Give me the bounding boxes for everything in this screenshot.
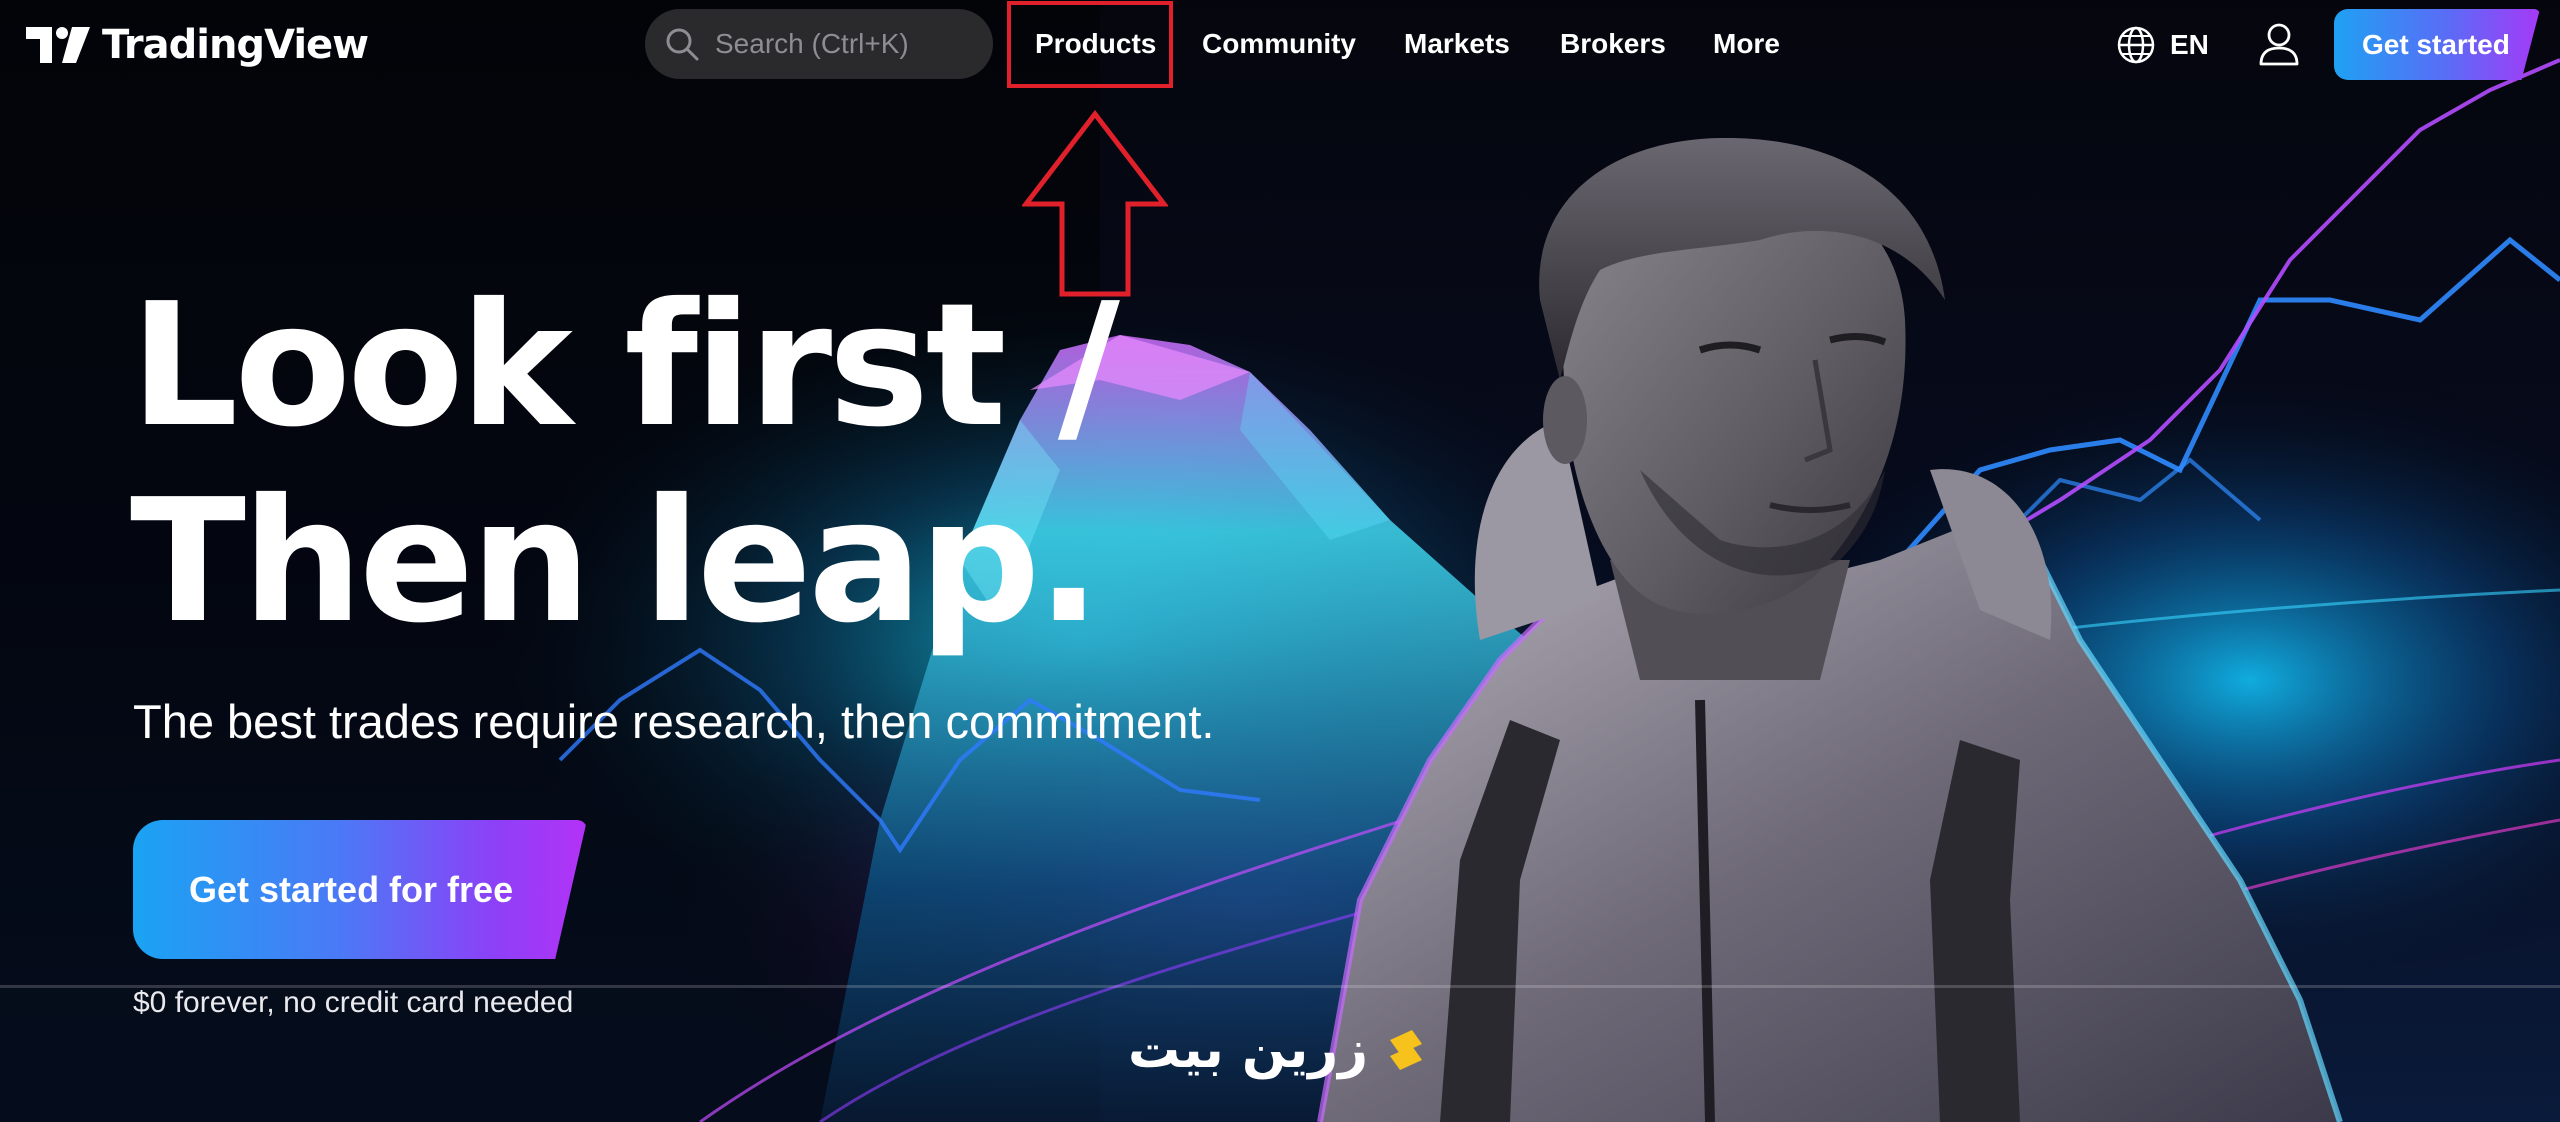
arrow-up-icon — [1022, 110, 1168, 297]
nav-community[interactable]: Community — [1202, 18, 1356, 70]
top-navigation-bar: TradingView Search (Ctrl+K) Products Com… — [0, 0, 2560, 90]
annotation-highlight-box — [1007, 1, 1173, 88]
language-code: EN — [2170, 29, 2209, 60]
search-icon — [666, 28, 699, 61]
nav-brokers[interactable]: Brokers — [1560, 18, 1666, 70]
headline-line-2: Then leap. — [130, 463, 1101, 661]
get-started-free-button[interactable]: Get started for free — [133, 820, 587, 959]
get-started-button[interactable]: Get started — [2334, 9, 2540, 80]
hero-headline: Look first / Then leap. — [130, 267, 1120, 661]
user-icon — [2259, 23, 2299, 66]
tradingview-logo-icon — [26, 27, 90, 63]
watermark: زرین بیت — [1128, 1015, 1430, 1085]
tradingview-logo-link[interactable]: TradingView — [26, 20, 369, 70]
language-selector[interactable]: EN — [2116, 22, 2209, 68]
hero-subheading: The best trades require research, then c… — [133, 695, 1215, 748]
nav-more[interactable]: More — [1713, 18, 1780, 70]
hero-pricing-note: $0 forever, no credit card needed — [133, 986, 574, 1019]
watermark-text: زرین بیت — [1128, 1020, 1369, 1080]
search-input[interactable]: Search (Ctrl+K) — [645, 9, 993, 79]
globe-icon — [2117, 26, 2155, 64]
brand-name: TradingView — [102, 22, 369, 68]
nav-markets[interactable]: Markets — [1404, 18, 1510, 70]
user-account-button[interactable] — [2258, 22, 2300, 66]
headline-line-1: Look first / — [130, 267, 1120, 465]
tradingview-landing-page: TradingView Search (Ctrl+K) Products Com… — [0, 0, 2560, 1122]
search-placeholder: Search (Ctrl+K) — [715, 28, 909, 59]
watermark-logo-icon — [1390, 1030, 1423, 1070]
